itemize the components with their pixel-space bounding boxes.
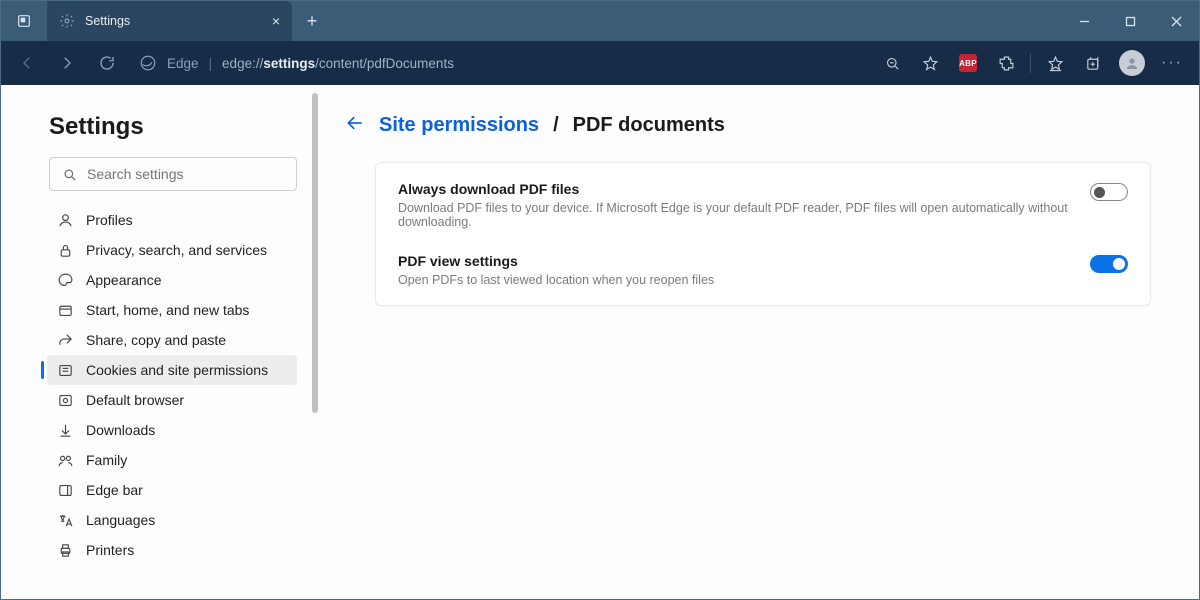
appearance-icon <box>57 272 74 289</box>
setting-title: Always download PDF files <box>398 181 1074 197</box>
window-controls <box>1061 1 1199 41</box>
sidebar-item-label: Edge bar <box>86 482 143 498</box>
tab-title: Settings <box>85 14 262 28</box>
abp-extension-icon[interactable]: ABP <box>950 45 986 81</box>
nav-forward-button[interactable] <box>49 45 85 81</box>
sidebar-item-languages[interactable]: Languages <box>47 505 297 535</box>
sidebar-nav: Profiles Privacy, search, and services A… <box>47 205 297 565</box>
nav-refresh-button[interactable] <box>89 45 125 81</box>
language-icon <box>57 512 74 529</box>
gear-icon <box>59 13 75 29</box>
setting-row-download-pdf: Always download PDF files Download PDF f… <box>376 169 1150 241</box>
toolbar: Edge | edge://settings/content/pdfDocume… <box>1 41 1199 85</box>
sidebar-scrollbar[interactable] <box>311 85 319 525</box>
sidebar-item-downloads[interactable]: Downloads <box>47 415 297 445</box>
sidebar-item-profiles[interactable]: Profiles <box>47 205 297 235</box>
extensions-icon[interactable] <box>988 45 1024 81</box>
family-icon <box>57 452 74 469</box>
address-label: Edge <box>167 56 199 71</box>
more-menu-button[interactable]: ··· <box>1153 54 1191 72</box>
nav-back-button[interactable] <box>9 45 45 81</box>
tab-close-icon[interactable]: × <box>272 13 280 29</box>
setting-desc: Download PDF files to your device. If Mi… <box>398 201 1074 229</box>
page-content: Settings Profiles Privacy, search, and s… <box>1 85 1199 599</box>
breadcrumb: Site permissions / PDF documents <box>345 113 1151 138</box>
browser-icon <box>57 392 74 409</box>
tab-settings[interactable]: Settings × <box>47 1 292 41</box>
setting-row-pdf-view: PDF view settings Open PDFs to last view… <box>376 241 1150 299</box>
sidebar-item-printers[interactable]: Printers <box>47 535 297 565</box>
printer-icon <box>57 542 74 559</box>
new-tab-button[interactable]: + <box>292 1 332 41</box>
browser-window: Settings × + Edge | edge://settings/cont… <box>0 0 1200 600</box>
sidebar-item-label: Languages <box>86 512 155 528</box>
permissions-icon <box>57 362 74 379</box>
profile-icon <box>57 212 74 229</box>
sidebar-item-appearance[interactable]: Appearance <box>47 265 297 295</box>
download-icon <box>57 422 74 439</box>
breadcrumb-back-button[interactable] <box>345 113 365 138</box>
sidebar-item-label: Default browser <box>86 392 184 408</box>
sidebar-item-label: Share, copy and paste <box>86 332 226 348</box>
sidebar-item-label: Start, home, and new tabs <box>86 302 249 318</box>
sidebar-item-family[interactable]: Family <box>47 445 297 475</box>
search-icon <box>62 167 77 182</box>
search-settings-input[interactable] <box>87 166 284 182</box>
settings-main: Site permissions / PDF documents Always … <box>321 85 1199 599</box>
sidebar-item-share[interactable]: Share, copy and paste <box>47 325 297 355</box>
settings-sidebar: Settings Profiles Privacy, search, and s… <box>1 85 321 599</box>
profile-avatar[interactable] <box>1119 50 1145 76</box>
titlebar: Settings × + <box>1 1 1199 41</box>
favorite-icon[interactable] <box>912 45 948 81</box>
edge-logo-icon <box>139 54 157 72</box>
lock-icon <box>57 242 74 259</box>
sidebar-item-label: Printers <box>86 542 134 558</box>
sidebar-item-default-browser[interactable]: Default browser <box>47 385 297 415</box>
settings-card: Always download PDF files Download PDF f… <box>375 162 1151 306</box>
sidebar-item-edge-bar[interactable]: Edge bar <box>47 475 297 505</box>
collections-icon[interactable] <box>1075 45 1111 81</box>
zoom-icon[interactable] <box>874 45 910 81</box>
sidebar-item-privacy[interactable]: Privacy, search, and services <box>47 235 297 265</box>
sidebar-item-label: Cookies and site permissions <box>86 362 268 378</box>
setting-title: PDF view settings <box>398 253 1074 269</box>
tab-strip: Settings × + <box>1 1 332 41</box>
tab-actions-button[interactable] <box>1 1 47 41</box>
sidebar-item-label: Downloads <box>86 422 155 438</box>
sidebar-item-label: Family <box>86 452 127 468</box>
sidebar-item-start[interactable]: Start, home, and new tabs <box>47 295 297 325</box>
sidebar-item-label: Profiles <box>86 212 133 228</box>
maximize-button[interactable] <box>1107 1 1153 41</box>
tabs-icon <box>57 302 74 319</box>
search-settings-input-wrapper[interactable] <box>49 157 297 191</box>
setting-desc: Open PDFs to last viewed location when y… <box>398 273 1074 287</box>
sidebar-item-cookies[interactable]: Cookies and site permissions <box>47 355 297 385</box>
sidebar-item-label: Privacy, search, and services <box>86 242 267 258</box>
toggle-download-pdf[interactable] <box>1090 183 1128 201</box>
sidebar-title: Settings <box>49 113 297 141</box>
breadcrumb-current: PDF documents <box>573 114 725 137</box>
address-bar[interactable]: Edge | edge://settings/content/pdfDocume… <box>129 54 870 72</box>
share-icon <box>57 332 74 349</box>
edgebar-icon <box>57 482 74 499</box>
toggle-pdf-view[interactable] <box>1090 255 1128 273</box>
breadcrumb-parent-link[interactable]: Site permissions <box>379 114 539 137</box>
address-url: edge://settings/content/pdfDocuments <box>222 56 454 71</box>
sidebar-item-label: Appearance <box>86 272 162 288</box>
favorites-bar-icon[interactable] <box>1037 45 1073 81</box>
close-window-button[interactable] <box>1153 1 1199 41</box>
minimize-button[interactable] <box>1061 1 1107 41</box>
toolbar-right-icons: ABP ··· <box>874 45 1191 81</box>
